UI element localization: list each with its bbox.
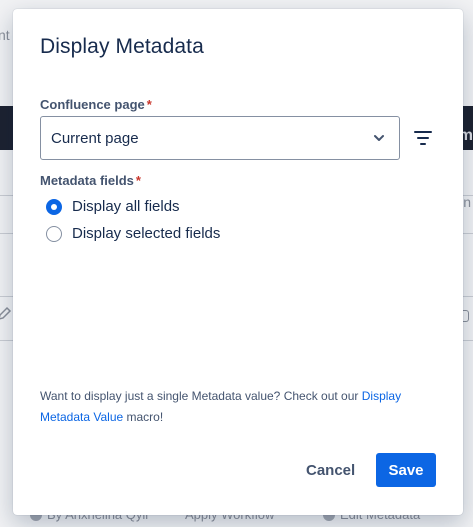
info-text-suffix: macro! [123, 410, 164, 424]
info-text: Want to display just a single Metadata v… [40, 386, 430, 428]
radio-label: Display all fields [72, 198, 180, 215]
display-metadata-dialog: Display Metadata Confluence page * Curren… [13, 9, 463, 515]
dialog-title: Display Metadata [40, 35, 204, 58]
radio-button-checked[interactable] [46, 198, 62, 215]
required-marker: * [135, 173, 141, 188]
cancel-button[interactable]: Cancel [300, 453, 361, 487]
chevron-down-icon [374, 135, 384, 141]
metadata-fields-label: Metadata fields * [40, 173, 141, 188]
background-icon [463, 310, 469, 322]
confluence-page-label: Confluence page * [40, 97, 152, 112]
radio-display-selected-fields[interactable]: Display selected fields [46, 225, 220, 242]
info-text-prefix: Want to display just a single Metadata v… [40, 389, 362, 403]
confluence-page-selected-value: Current page [51, 130, 139, 147]
required-marker: * [146, 97, 152, 112]
filter-icon [414, 131, 432, 145]
metadata-fields-label-text: Metadata fields [40, 173, 134, 188]
radio-display-all-fields[interactable]: Display all fields [46, 198, 180, 215]
pencil-icon [0, 306, 12, 320]
save-button[interactable]: Save [376, 453, 436, 487]
radio-button-unchecked[interactable] [46, 225, 62, 242]
confluence-page-select[interactable]: Current page [40, 116, 400, 160]
background-text: nt [0, 27, 10, 43]
radio-label: Display selected fields [72, 225, 221, 242]
confluence-page-label-text: Confluence page [40, 97, 145, 112]
filter-button[interactable] [411, 126, 435, 150]
background-text: n [463, 194, 471, 210]
